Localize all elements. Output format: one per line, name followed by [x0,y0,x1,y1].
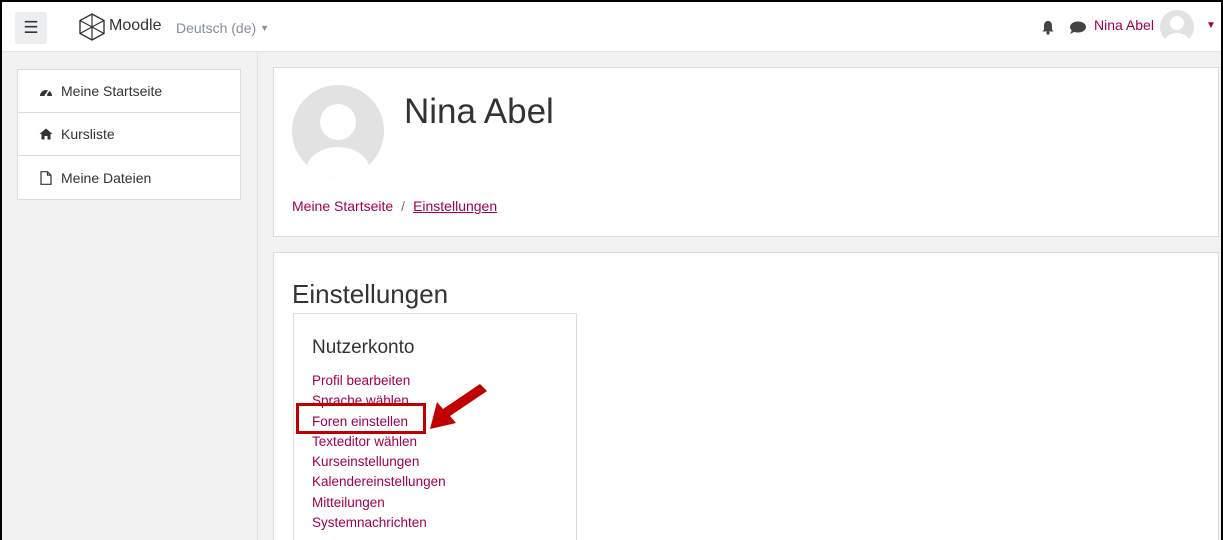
hamburger-menu-button[interactable]: ☰ [15,12,47,44]
link-choose-text-editor[interactable]: Texteditor wählen [312,432,446,452]
user-avatar[interactable] [1160,10,1194,44]
default-avatar-icon [292,85,384,177]
account-card-title: Nutzerkonto [312,337,415,358]
breadcrumb-item-dashboard[interactable]: Meine Startseite [292,198,393,214]
annotation-arrow-icon [430,384,487,429]
drawer-item-label: Kursliste [61,126,115,142]
link-calendar-settings[interactable]: Kalendereinstellungen [312,472,446,492]
link-messages[interactable]: Mitteilungen [312,493,446,513]
drawer-item-label: Meine Startseite [61,83,163,99]
notification-bell-icon[interactable] [1041,20,1055,35]
messages-bubble-icon[interactable] [1069,21,1086,34]
drawer-list: Meine Startseite Kursliste Meine Dateien [17,69,241,200]
home-icon [39,128,53,140]
account-links-list: Profil bearbeiten Sprache wählen Foren e… [312,371,446,533]
hamburger-icon: ☰ [23,18,39,37]
nav-drawer: Meine Startseite Kursliste Meine Dateien [0,52,258,540]
file-icon [39,170,53,185]
link-course-settings[interactable]: Kurseinstellungen [312,452,446,472]
annotation-highlight-box [296,403,426,434]
caret-down-icon: ▼ [260,23,270,33]
user-menu-name[interactable]: Nina Abel [1094,17,1154,33]
page-header-card: Nina Abel Meine Startseite / Einstellungen [273,67,1219,237]
drawer-item-label: Meine Dateien [61,169,152,186]
breadcrumb-item-settings[interactable]: Einstellungen [413,198,497,214]
language-selector[interactable]: Deutsch (de) ▼ [176,20,269,36]
top-navbar: ☰ Moodle Deutsch (de) ▼ Nina Abel ▼ [0,0,1223,52]
drawer-item-course-list[interactable]: Kursliste [18,113,240,156]
drawer-item-my-files[interactable]: Meine Dateien [18,156,240,199]
breadcrumb-separator: / [401,198,406,214]
user-menu-caret-icon[interactable]: ▼ [1206,20,1216,31]
default-avatar-icon [1160,10,1194,44]
breadcrumb: Meine Startseite / Einstellungen [292,198,497,214]
dashboard-icon [39,85,53,97]
moodle-logo-icon[interactable] [79,13,105,41]
language-label: Deutsch (de) [176,20,257,36]
link-system-notifications[interactable]: Systemnachrichten [312,513,446,533]
section-title: Einstellungen [292,279,449,309]
profile-picture [292,85,384,177]
settings-content-card: Einstellungen Nutzerkonto Profil bearbei… [273,252,1219,540]
drawer-item-dashboard[interactable]: Meine Startseite [18,70,240,113]
link-edit-profile[interactable]: Profil bearbeiten [312,371,446,391]
page-title: Nina Abel [404,92,554,131]
brand-name[interactable]: Moodle [109,17,161,35]
